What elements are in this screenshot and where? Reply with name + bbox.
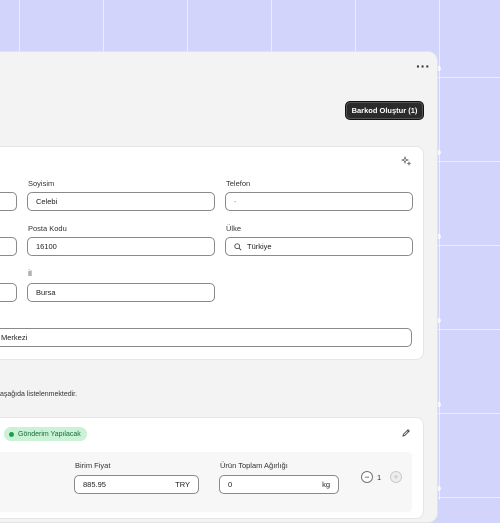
search-icon [234, 242, 242, 251]
district-input[interactable] [0, 283, 17, 302]
edit-pencil-icon[interactable] [401, 428, 411, 438]
il-value: Bursa [36, 288, 56, 297]
soyisim-label: Soyisim [28, 179, 55, 188]
first-name-input[interactable] [0, 192, 17, 211]
agirlik-value: 0 [228, 480, 233, 489]
status-badge: Gönderim Yapılacak [4, 427, 87, 441]
increase-quantity-button[interactable]: + [390, 471, 402, 483]
posta-kodu-label: Posta Kodu [28, 224, 67, 233]
soyisim-input[interactable]: Celebi [27, 192, 215, 211]
status-dot-icon [9, 431, 14, 437]
agirlik-label: Ürün Toplam Ağırlığı [220, 461, 288, 470]
more-options-button[interactable]: ··· [416, 59, 430, 73]
info-text: aşağıda listelenmektedir. [0, 391, 78, 398]
il-input[interactable]: Bursa [27, 283, 215, 302]
telefon-input[interactable]: - [225, 192, 413, 211]
address-value: Merkezi [1, 333, 28, 342]
ulke-label: Ülke [226, 224, 242, 233]
product-row-panel [0, 452, 412, 512]
sparkle-icon[interactable] [401, 156, 411, 166]
city-input[interactable] [0, 237, 17, 256]
status-text: Gönderim Yapılacak [18, 430, 81, 438]
posta-kodu-value: 16100 [36, 242, 57, 251]
ulke-value: Türkiye [247, 242, 272, 251]
decrease-quantity-button[interactable]: − [361, 471, 373, 483]
weight-unit-label: kg [322, 480, 330, 489]
birim-fiyat-label: Birim Fiyat [75, 461, 111, 470]
birim-fiyat-input[interactable]: 885.95 TRY [74, 475, 199, 494]
posta-kodu-input[interactable]: 16100 [27, 237, 215, 256]
il-label: İl [28, 269, 32, 278]
birim-fiyat-value: 885.95 [83, 480, 106, 489]
create-barcode-button[interactable]: Barkod Oluştur (1) [345, 101, 424, 120]
telefon-label: Telefon [226, 179, 251, 188]
address-input[interactable]: Merkezi [0, 328, 412, 347]
ulke-select[interactable]: Türkiye [225, 237, 413, 256]
currency-label: TRY [175, 480, 190, 489]
telefon-value: - [234, 197, 237, 206]
soyisim-value: Celebi [36, 197, 58, 206]
quantity-value: 1 [377, 473, 382, 482]
agirlik-input[interactable]: 0 kg [219, 475, 339, 494]
